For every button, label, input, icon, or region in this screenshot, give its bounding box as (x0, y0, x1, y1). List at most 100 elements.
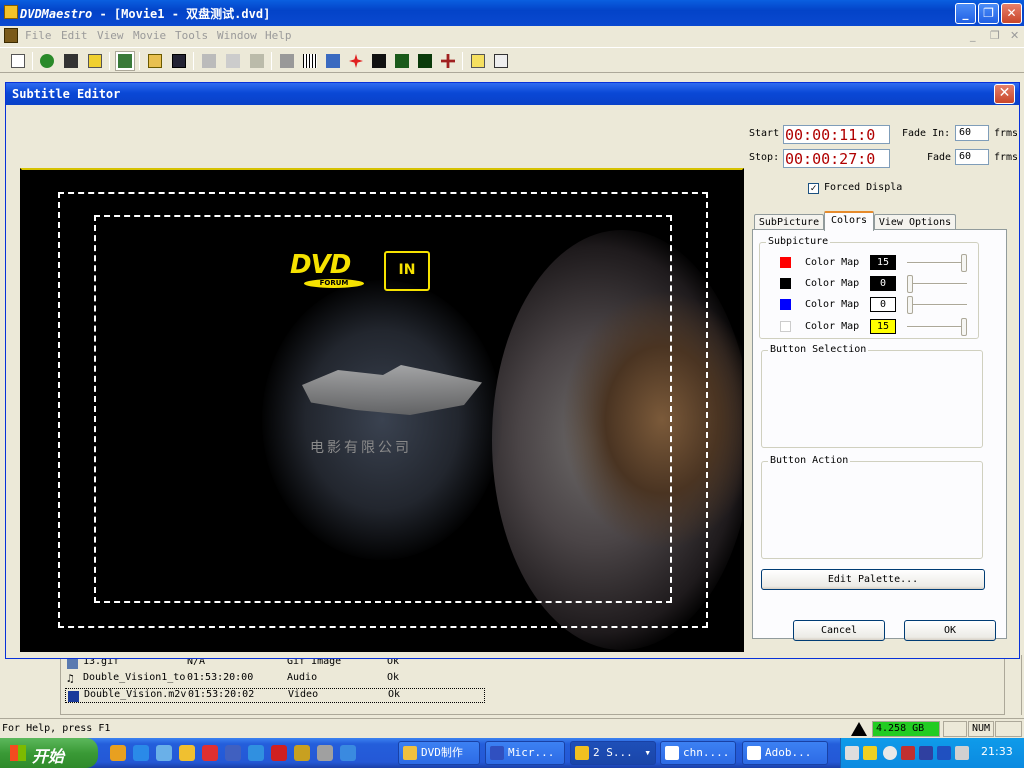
film-icon[interactable] (61, 51, 81, 71)
menu-edit[interactable]: Edit (61, 29, 88, 42)
menu-file[interactable]: File (25, 29, 52, 42)
notes-icon[interactable] (85, 51, 105, 71)
menu-help[interactable]: Help (265, 29, 292, 42)
color-map-slider[interactable] (907, 296, 913, 314)
list-item-type: Video (288, 689, 319, 700)
quick-launch-app-icon[interactable] (294, 745, 310, 761)
subpicture-group: Subpicture Color Map 15 Color Map 0 Colo… (759, 236, 979, 339)
color-map-value[interactable]: 15 (870, 319, 896, 334)
quick-launch-app-icon[interactable] (340, 745, 356, 761)
tray-app-icon[interactable] (937, 746, 951, 760)
app-title-bar[interactable]: DVDMaestro - [Movie1 - 双盘测试.dvd] _ ❐ ✕ (0, 0, 1024, 26)
color-map-value[interactable]: 15 (870, 255, 896, 270)
tree-icon[interactable] (115, 51, 135, 71)
mdi-close-icon[interactable]: ✕ (1010, 29, 1019, 42)
subpicture-group-label: Subpicture (766, 236, 831, 247)
start-button[interactable]: 开始 (0, 738, 98, 768)
quick-launch-ie-icon[interactable] (133, 745, 149, 761)
vertical-scrollbar[interactable] (1004, 655, 1021, 715)
quick-launch-app-icon[interactable] (271, 745, 287, 761)
import-icon[interactable] (277, 51, 297, 71)
color-swatch[interactable] (780, 278, 791, 289)
fade-in-field[interactable]: 60 (955, 125, 989, 141)
close-icon[interactable]: ✕ (994, 84, 1015, 104)
open-icon[interactable] (145, 51, 165, 71)
video-file-icon (68, 691, 79, 702)
quick-launch-app-icon[interactable] (202, 745, 218, 761)
tray-app-icon[interactable] (919, 746, 933, 760)
list-item-selected[interactable]: Double_Vision.m2v 01:53:20:02 Video Ok (65, 688, 485, 703)
paste-icon[interactable] (247, 51, 267, 71)
copy-icon[interactable] (223, 51, 243, 71)
mdi-minimize-icon[interactable]: _ (970, 29, 976, 42)
menu-movie[interactable]: Movie (133, 29, 166, 42)
color-map-value[interactable]: 0 (870, 276, 896, 291)
mdi-restore-icon[interactable]: ❐ (990, 29, 1000, 42)
taskbar-item-label: Adob... (765, 746, 812, 759)
save-icon[interactable] (169, 51, 189, 71)
taskbar-item[interactable]: Micr... (485, 741, 565, 765)
forced-display-checkbox[interactable]: ✓ (808, 183, 819, 194)
quick-launch-app-icon[interactable] (179, 745, 195, 761)
status-panel-caps (943, 721, 967, 737)
taskbar-item[interactable]: Adob... (742, 741, 828, 765)
quick-launch-media-icon[interactable] (110, 745, 126, 761)
document-icon[interactable] (4, 28, 18, 43)
menu-view[interactable]: View (97, 29, 124, 42)
context-help-icon[interactable] (491, 51, 511, 71)
ok-button[interactable]: OK (904, 620, 996, 641)
color-map-label: Color Map (805, 321, 860, 332)
start-time-field[interactable]: 00:00:11:0 (783, 125, 890, 144)
minimize-icon[interactable]: _ (955, 3, 976, 24)
new-icon[interactable] (8, 51, 28, 71)
color-map-slider-track (907, 262, 967, 264)
tray-app-icon[interactable] (863, 746, 877, 760)
cut-icon[interactable] (199, 51, 219, 71)
tab-colors[interactable]: Colors (824, 211, 874, 231)
scene-icon[interactable] (37, 51, 57, 71)
restore-icon[interactable]: ❐ (978, 3, 999, 24)
taskbar-item-label: chn.... (683, 746, 730, 759)
audio-file-icon: ♫ (67, 672, 74, 685)
tray-app-icon[interactable] (901, 746, 915, 760)
color-map-slider[interactable] (961, 318, 967, 336)
cancel-button[interactable]: Cancel (793, 620, 885, 641)
menu-window[interactable]: Window (217, 29, 257, 42)
quick-launch-app-icon[interactable] (248, 745, 264, 761)
color-swatch[interactable] (780, 299, 791, 310)
quick-launch-app-icon[interactable] (225, 745, 241, 761)
fade-out-field[interactable]: 60 (955, 149, 989, 165)
toolbar-separator (193, 52, 194, 70)
menu-tools[interactable]: Tools (175, 29, 208, 42)
quick-launch-desktop-icon[interactable] (156, 745, 172, 761)
help-icon[interactable] (468, 51, 488, 71)
color-map-value[interactable]: 0 (870, 297, 896, 312)
fade-out-label: Fade (927, 152, 952, 163)
list-item-name: Double_Vision.m2v (84, 689, 187, 700)
taskbar-item[interactable]: DVD制作 (398, 741, 480, 765)
color-swatch[interactable] (780, 321, 791, 332)
star-icon[interactable] (346, 51, 366, 71)
studio-subtitle: 电影有限公司 (310, 440, 412, 456)
stop-time-field[interactable]: 00:00:27:0 (783, 149, 890, 168)
build-icon[interactable] (415, 51, 435, 71)
barcode-icon[interactable] (300, 51, 320, 71)
move-icon[interactable] (438, 51, 458, 71)
quick-launch-app-icon[interactable] (317, 745, 333, 761)
close-icon[interactable]: ✕ (1001, 3, 1022, 24)
color-map-slider[interactable] (907, 275, 913, 293)
taskbar-item[interactable]: chn.... (660, 741, 736, 765)
check-icon[interactable] (392, 51, 412, 71)
video-preview[interactable]: DVD FORUM IN 电影有限公司 (20, 168, 744, 652)
tray-back-icon[interactable] (883, 746, 897, 760)
keyboard-icon[interactable] (845, 746, 859, 760)
dialog-title-bar[interactable]: Subtitle Editor ✕ (6, 83, 1019, 105)
edit-palette-button[interactable]: Edit Palette... (761, 569, 985, 590)
compile-icon[interactable] (369, 51, 389, 71)
grid-icon[interactable] (323, 51, 343, 71)
volume-icon[interactable] (955, 746, 969, 760)
color-swatch[interactable] (780, 257, 791, 268)
color-map-slider[interactable] (961, 254, 967, 272)
taskbar-item-active[interactable]: 2 S... ▾ (570, 741, 656, 765)
dialog-title: Subtitle Editor (12, 87, 121, 101)
